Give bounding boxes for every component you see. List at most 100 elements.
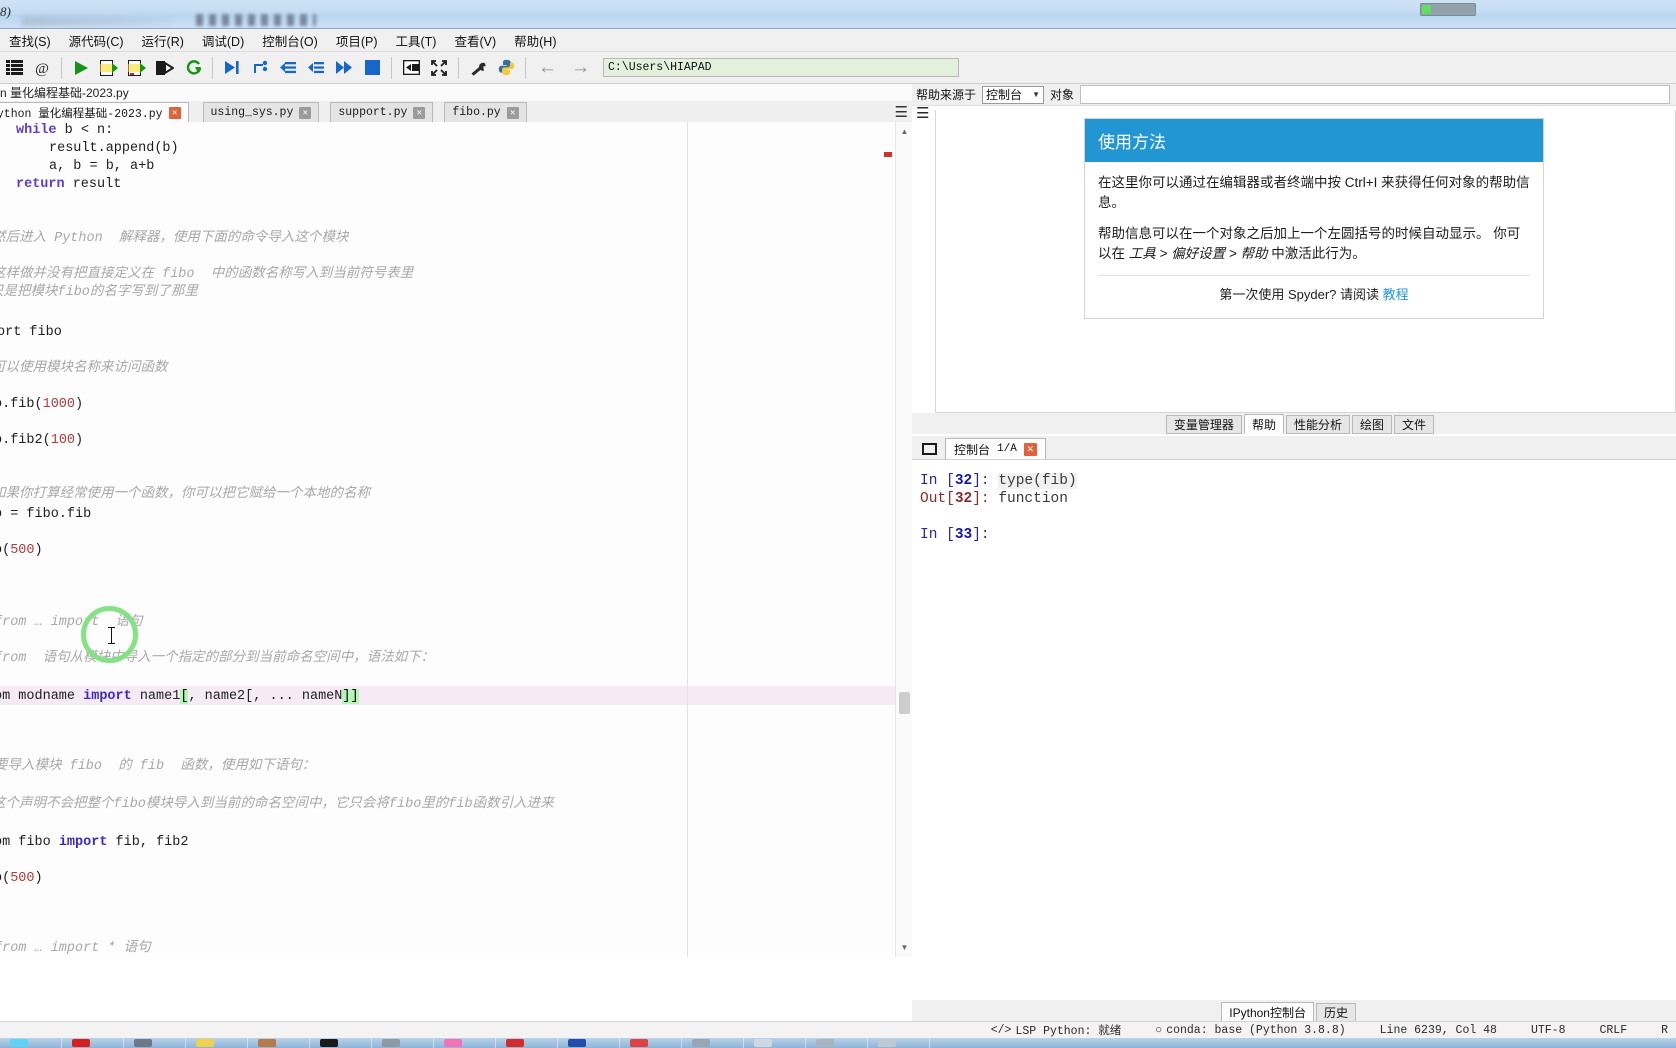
editor-tab-quant-basics[interactable]: Python 量化编程基础-2023.py ✕ [0, 102, 189, 122]
tab-help[interactable]: 帮助 [1243, 414, 1284, 434]
taskbar-item[interactable] [620, 1038, 682, 1048]
rerun-icon[interactable] [179, 54, 207, 82]
taskbar-item[interactable] [806, 1038, 868, 1048]
toolbar-separator-5 [525, 56, 526, 79]
editor-tab-support[interactable]: support.py ✕ [330, 102, 434, 122]
taskbar-item[interactable] [682, 1038, 744, 1048]
menu-source[interactable]: 源代码(C) [60, 29, 133, 52]
code-line: 可以使用模块名称来访问函数 [0, 361, 168, 376]
run-file-icon[interactable] [67, 54, 95, 82]
window-title-blur-left [22, 17, 172, 26]
debug-step-into-icon[interactable] [274, 54, 302, 82]
fullscreen-icon[interactable] [425, 54, 453, 82]
python-path-icon[interactable] [492, 54, 520, 82]
tab-files[interactable]: 文件 [1393, 415, 1434, 434]
tab-plots[interactable]: 绘图 [1351, 415, 1392, 434]
tab-history[interactable]: 历史 [1315, 1003, 1356, 1022]
editor-tab-label: using_sys.py [210, 106, 294, 119]
debug-fast-forward-icon[interactable] [330, 54, 358, 82]
help-object-input[interactable] [1080, 85, 1670, 104]
code-line: 要导入模块 fibo 的 fib 函数，使用如下语句： [0, 759, 316, 774]
column-margin-line [687, 122, 688, 957]
editor-tab-using-sys[interactable]: using_sys.py ✕ [202, 102, 320, 122]
taskbar-item[interactable] [558, 1038, 620, 1048]
code-line: 这个声明不会把整个fibo模块导入到当前的命名空间中，它只会将fibo里的fib… [0, 797, 554, 812]
close-icon[interactable]: ✕ [1023, 442, 1037, 456]
debug-step-icon[interactable] [218, 54, 246, 82]
code-line: om fibo import fib, fib2 [0, 835, 189, 850]
tab-ipython-console[interactable]: IPython控制台 [1221, 1002, 1314, 1022]
status-conda: ○ conda: base (Python 3.8.8) [1155, 1024, 1345, 1037]
taskbar-item[interactable] [434, 1038, 496, 1048]
menu-tools[interactable]: 工具(T) [386, 29, 445, 52]
working-directory-input[interactable]: C:\Users\HIAPAD [603, 58, 959, 77]
taskbar-item[interactable] [310, 1038, 372, 1048]
toolbar-separator-2 [212, 56, 213, 79]
debug-continue-icon[interactable] [246, 54, 274, 82]
menu-debug[interactable]: 调试(D) [193, 29, 253, 52]
run-selection-icon[interactable] [151, 54, 179, 82]
run-cell-advance-icon[interactable] [123, 54, 151, 82]
editor-tab-fibo[interactable]: fibo.py ✕ [444, 102, 527, 122]
editor-vertical-scrollbar[interactable]: ▲ ▼ [895, 122, 912, 957]
nav-back-icon[interactable]: ← [531, 57, 564, 79]
menu-console[interactable]: 控制台(O) [253, 29, 327, 52]
console-in-close: ]: [972, 473, 999, 489]
right-dock-tabbar: 变量管理器 帮助 性能分析 绘图 文件 [912, 413, 1676, 434]
scrollbar-thumb[interactable] [899, 692, 910, 714]
close-icon[interactable]: ✕ [506, 106, 519, 119]
taskbar-item[interactable] [0, 1038, 62, 1048]
taskbar-item[interactable] [186, 1038, 248, 1048]
code-line: 然后进入 Python 解释器，使用下面的命令导入这个模块 [0, 231, 349, 246]
nav-forward-icon[interactable]: → [564, 57, 597, 79]
stop-icon[interactable] [358, 54, 386, 82]
toolbar-separator-3 [391, 56, 392, 79]
run-cell-icon[interactable] [95, 54, 123, 82]
file-list-icon[interactable] [0, 54, 28, 82]
help-source-select[interactable]: 控制台 ▼ [982, 85, 1045, 104]
status-lsp-label: LSP Python: 就绪 [1015, 1025, 1122, 1038]
editor-options-icon[interactable]: ☰ [895, 103, 908, 121]
new-console-icon[interactable] [922, 443, 937, 455]
tab-profiler[interactable]: 性能分析 [1285, 415, 1350, 434]
preferences-icon[interactable] [464, 54, 492, 82]
menu-view[interactable]: 查看(V) [445, 29, 505, 52]
code-line: o.fib2(100) [0, 433, 84, 448]
code-line: om modname import name1[, name2[, ... na… [0, 689, 359, 704]
editor-tabbar: Python 量化编程基础-2023.py ✕ using_sys.py ✕ s… [0, 101, 912, 122]
svg-text:@: @ [35, 61, 49, 77]
taskbar-item[interactable] [372, 1038, 434, 1048]
code-line: 如果你打算经常使用一个函数，你可以把它赋给一个本地的名称 [0, 487, 370, 502]
close-icon[interactable]: ✕ [168, 106, 181, 119]
close-icon[interactable]: ✕ [413, 106, 426, 119]
menu-project[interactable]: 项目(P) [327, 29, 387, 52]
menu-run[interactable]: 运行(R) [133, 29, 193, 52]
taskbar-item[interactable] [496, 1038, 558, 1048]
menu-help[interactable]: 帮助(H) [505, 29, 565, 52]
menu-find[interactable]: 查找(S) [0, 29, 60, 52]
debug-step-return-icon[interactable] [302, 54, 330, 82]
taskbar-item[interactable] [868, 1038, 930, 1048]
help-usage-card: 使用方法 在这里你可以通过在编辑器或者终端中按 Ctrl+I 来获得任何对象的帮… [1084, 118, 1544, 319]
code-editor[interactable]: while b < n: result.append(b) a, b = b, a+… [0, 122, 895, 957]
scroll-down-icon[interactable]: ▼ [899, 942, 910, 953]
taskbar-item[interactable] [124, 1038, 186, 1048]
console-input-code: type(fib) [998, 473, 1077, 489]
taskbar-item[interactable] [62, 1038, 124, 1048]
scroll-up-icon[interactable]: ▲ [899, 126, 910, 137]
console-output-value: function [998, 491, 1068, 507]
tutorial-link[interactable]: 教程 [1383, 287, 1409, 302]
console-in-prompt: In [ [920, 473, 955, 489]
close-icon[interactable]: ✕ [299, 106, 312, 119]
help-object-label: 对象 [1050, 88, 1075, 102]
ipython-console[interactable]: In [32]: type(fib) Out[32]: function In … [912, 459, 1676, 1021]
code-line: from 语句从模块中导入一个指定的部分到当前命名空间中，语法如下： [0, 651, 435, 666]
console-tab-1a[interactable]: 控制台 1/A ✕ [945, 438, 1046, 459]
taskbar-item[interactable] [248, 1038, 310, 1048]
tab-variable-explorer[interactable]: 变量管理器 [1165, 415, 1242, 434]
help-pane-options-icon[interactable]: ☰ [916, 104, 929, 122]
maximize-pane-icon[interactable] [397, 54, 425, 82]
taskbar-item[interactable] [744, 1038, 806, 1048]
at-icon[interactable]: @ [28, 54, 56, 82]
